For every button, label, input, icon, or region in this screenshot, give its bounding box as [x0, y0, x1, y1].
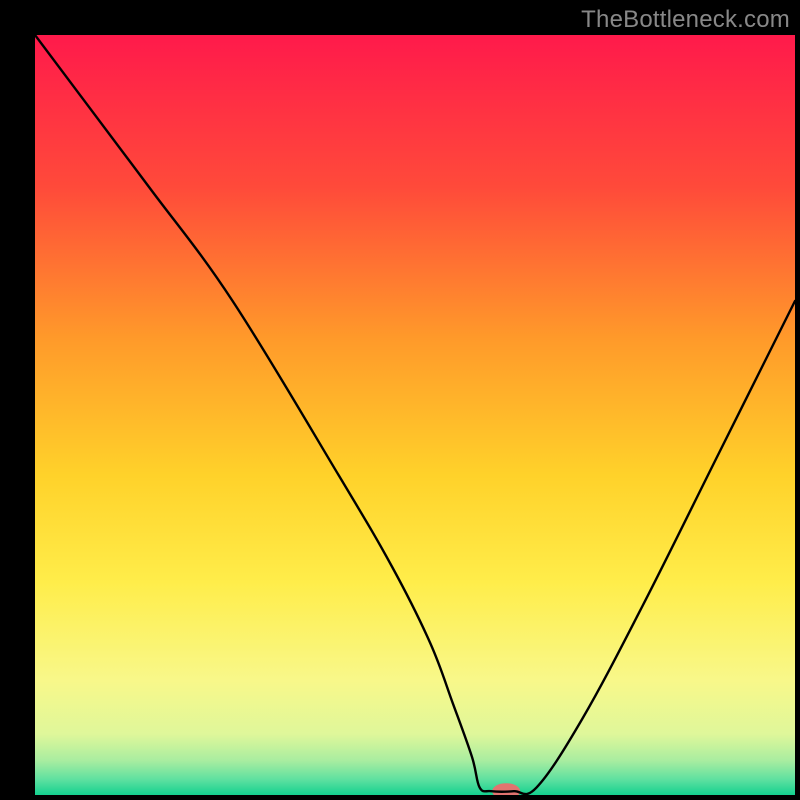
- chart-svg: [35, 35, 795, 795]
- plot-area: [35, 35, 795, 795]
- chart-frame: TheBottleneck.com: [0, 0, 800, 800]
- attribution-label: TheBottleneck.com: [581, 6, 790, 34]
- gradient-background: [35, 35, 795, 795]
